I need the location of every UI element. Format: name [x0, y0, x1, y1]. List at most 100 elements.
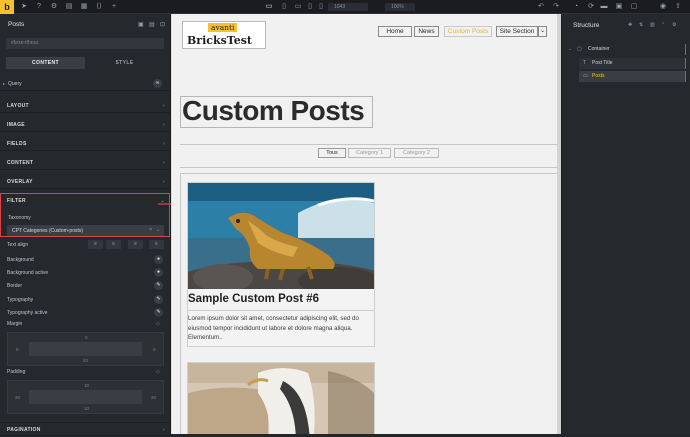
page-title-box[interactable]: Custom Posts [180, 95, 373, 128]
nav-news[interactable]: News [414, 26, 439, 37]
infinity-icon[interactable]: ∞ [153, 79, 162, 88]
margin-top-value[interactable]: 0 [85, 335, 88, 340]
padding-box[interactable]: 10 20 10 20 [7, 380, 164, 414]
panel-title: Posts [8, 21, 25, 28]
pages-icon[interactable]: ▢ [630, 3, 638, 11]
collapse-icon[interactable]: ⌃ [661, 22, 665, 28]
filter-tab-category-2[interactable]: Category 2 [394, 148, 439, 158]
divider [180, 167, 558, 168]
color-drop-icon[interactable]: ● [154, 255, 163, 264]
structure-item-label: Posts [592, 73, 605, 79]
link-icon[interactable]: ◇ [156, 369, 160, 375]
dropdown-chevron-icon[interactable]: ⌄ [538, 26, 547, 37]
templates-icon[interactable]: ▣ [615, 3, 623, 11]
section-overlay-label: OVERLAY [7, 179, 33, 185]
section-pagination-label: PAGINATION [7, 427, 41, 433]
preview-icon[interactable]: ◉ [659, 3, 667, 11]
post-title[interactable]: Sample Custom Post #6 [188, 293, 319, 305]
margin-left-value[interactable]: 0 [16, 347, 19, 352]
section-overlay[interactable]: OVERLAY › [0, 175, 171, 189]
structure-item-container[interactable]: ⌄ ▢ Container [568, 44, 686, 55]
post-card[interactable] [187, 362, 375, 434]
page-title: Custom Posts [182, 95, 365, 126]
margin-label: Margin [7, 321, 23, 327]
link-icon[interactable]: ◇ [156, 321, 160, 327]
container-icon: ▢ [577, 46, 582, 52]
padding-left-value[interactable]: 20 [15, 395, 20, 400]
brand-bottom: BricksTest [187, 34, 252, 47]
nav-home[interactable]: Home [378, 26, 412, 37]
tools-icon[interactable]: ✥ [628, 22, 632, 28]
filter-highlight-box [0, 193, 170, 237]
query-toggle-icon: ▸ [3, 81, 6, 86]
padding-top-value[interactable]: 10 [84, 383, 89, 388]
revisions-icon[interactable]: ⟳ [587, 3, 595, 11]
section-image[interactable]: IMAGE › [0, 118, 171, 132]
cursor-icon[interactable]: ➤ [20, 3, 28, 11]
code-icon[interactable]: ⟨⟩ [95, 3, 103, 11]
redo-icon[interactable]: ↷ [552, 3, 560, 11]
trash-icon[interactable]: ▥ [650, 22, 655, 28]
filter-tab-all[interactable]: Tous [318, 148, 346, 158]
margin-bottom-value[interactable]: 20 [83, 358, 88, 363]
section-content-label: CONTENT [7, 160, 34, 166]
padding-right-value[interactable]: 20 [151, 395, 156, 400]
tablet-portrait-icon[interactable]: ▯ [306, 3, 314, 11]
brand-top: avanti [208, 23, 238, 32]
mobile-icon[interactable]: ▯ [317, 3, 325, 11]
text-align-label: Text align [7, 242, 29, 248]
builder-canvas[interactable]: avanti BricksTest Home News Custom Posts… [171, 14, 561, 434]
color-drop-icon[interactable]: ● [154, 268, 163, 277]
padding-bottom-value[interactable]: 10 [84, 406, 89, 411]
edit-icon[interactable]: ✎ [154, 295, 163, 304]
filter-tab-category-1[interactable]: Category 1 [348, 148, 391, 158]
section-layout[interactable]: LAYOUT › [0, 99, 171, 113]
help-icon[interactable]: ? [35, 3, 43, 11]
align-center-button[interactable]: ≡ [106, 240, 121, 249]
paste-icon[interactable]: ▤ [149, 21, 155, 28]
template-icon[interactable]: ▦ [80, 3, 88, 11]
add-icon[interactable]: + [110, 3, 118, 11]
settings-icon[interactable]: ⚙ [672, 22, 676, 28]
tablet-landscape-icon[interactable]: ▭ [294, 3, 302, 11]
edit-icon[interactable]: ✎ [154, 308, 163, 317]
structure-item-posts[interactable]: ▭ Posts [579, 71, 686, 82]
edit-icon[interactable]: ✎ [154, 281, 163, 290]
publish-icon[interactable]: ⇧ [674, 3, 682, 11]
section-content[interactable]: CONTENT › [0, 156, 171, 170]
copy-icon[interactable]: ▣ [138, 21, 144, 28]
undo-icon[interactable]: ↶ [537, 3, 545, 11]
expand-icon[interactable]: ⇅ [639, 22, 643, 28]
history-icon[interactable]: ◔ [572, 3, 580, 11]
padding-label: Padding [7, 369, 26, 375]
close-icon[interactable]: ⊡ [160, 21, 165, 28]
element-id-field[interactable]: #brxe-tfhnxz [6, 38, 164, 49]
chevron-right-icon: › [163, 122, 165, 128]
section-fields[interactable]: FIELDS › [0, 137, 171, 151]
structure-item-post-title[interactable]: T Post Title [579, 58, 686, 69]
section-layout-label: LAYOUT [7, 103, 29, 109]
settings-icon[interactable]: ⚙ [50, 3, 58, 11]
margin-box[interactable]: 0 0 20 0 [7, 332, 164, 366]
layers-icon[interactable]: ▤ [65, 3, 73, 11]
nav-site-section[interactable]: Site Section [496, 26, 538, 37]
margin-right-value[interactable]: 0 [153, 347, 156, 352]
desktop-icon[interactable]: ▭ [265, 3, 273, 11]
divider [180, 174, 181, 434]
nav-custom-posts[interactable]: Custom Posts [444, 26, 492, 37]
tab-content[interactable]: CONTENT [6, 57, 85, 69]
query-label: Query [8, 81, 22, 87]
folder-icon[interactable]: ▬ [600, 3, 608, 11]
post-image-pelican [188, 363, 374, 434]
bricks-logo[interactable]: b [0, 0, 14, 14]
post-card[interactable]: Sample Custom Post #6 Lorem ipsum dolor … [187, 182, 375, 347]
divider [188, 310, 374, 311]
zoom-field[interactable]: 100% [385, 3, 415, 11]
site-logo[interactable]: avanti BricksTest [182, 21, 266, 49]
align-right-button[interactable]: ≡ [128, 240, 143, 249]
laptop-icon[interactable]: ▯ [280, 3, 288, 11]
tab-style[interactable]: STYLE [85, 57, 164, 69]
width-field[interactable]: 1043 [328, 3, 368, 11]
align-justify-button[interactable]: ≡ [149, 240, 164, 249]
align-left-button[interactable]: ≡ [88, 240, 103, 249]
